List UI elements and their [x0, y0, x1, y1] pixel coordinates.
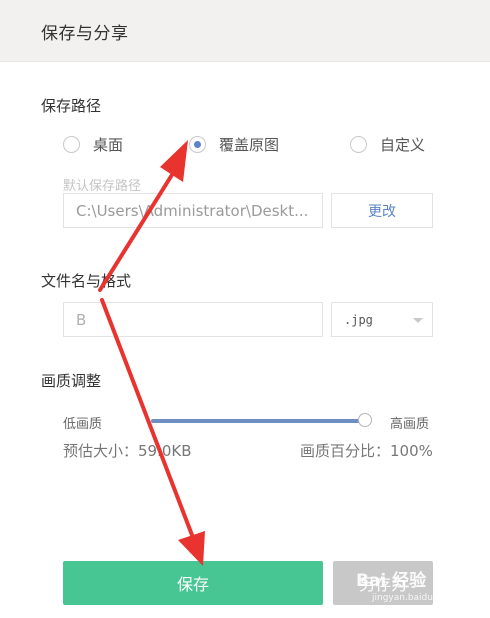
save-path-field[interactable]: C:\Users\Administrator\Deskt... [63, 193, 323, 228]
radio-desktop[interactable]: 桌面 [63, 134, 123, 154]
radio-overwrite-label: 覆盖原图 [219, 135, 280, 154]
radio-custom[interactable]: 自定义 [350, 134, 425, 154]
dialog-header: 保存与分享 [0, 0, 490, 62]
quality-percent-text: 画质百分比：100% [300, 442, 433, 460]
filename-input[interactable]: B [63, 302, 323, 337]
filename-format-title: 文件名与格式 [41, 272, 132, 290]
save-button[interactable]: 保存 [63, 561, 323, 605]
quality-title: 画质调整 [41, 372, 102, 390]
radio-desktop-circle[interactable] [63, 135, 80, 153]
default-path-hint: 默认保存路径 [63, 179, 142, 194]
change-path-button[interactable]: 更改 [331, 193, 433, 228]
radio-custom-label: 自定义 [380, 135, 426, 154]
format-select-value: .jpg [344, 312, 373, 327]
estimated-size-text: 预估大小：59.0KB [63, 442, 192, 460]
quality-slider-track[interactable] [151, 413, 372, 427]
radio-overwrite-original[interactable]: 覆盖原图 [189, 134, 279, 154]
save-path-title: 保存路径 [41, 97, 102, 115]
radio-overwrite-circle[interactable] [189, 135, 206, 153]
radio-desktop-label: 桌面 [93, 135, 124, 154]
quality-slider-fill [151, 419, 365, 423]
radio-custom-circle[interactable] [350, 135, 367, 153]
chevron-down-icon [413, 318, 423, 323]
save-as-button[interactable]: 另存为 [333, 561, 433, 605]
high-quality-label: 高画质 [390, 417, 430, 432]
arrow-head-to-radio [160, 140, 188, 182]
quality-slider-thumb[interactable] [358, 413, 372, 427]
low-quality-label: 低画质 [63, 417, 103, 432]
dialog-title: 保存与分享 [41, 24, 129, 44]
format-select[interactable]: .jpg [331, 302, 433, 337]
